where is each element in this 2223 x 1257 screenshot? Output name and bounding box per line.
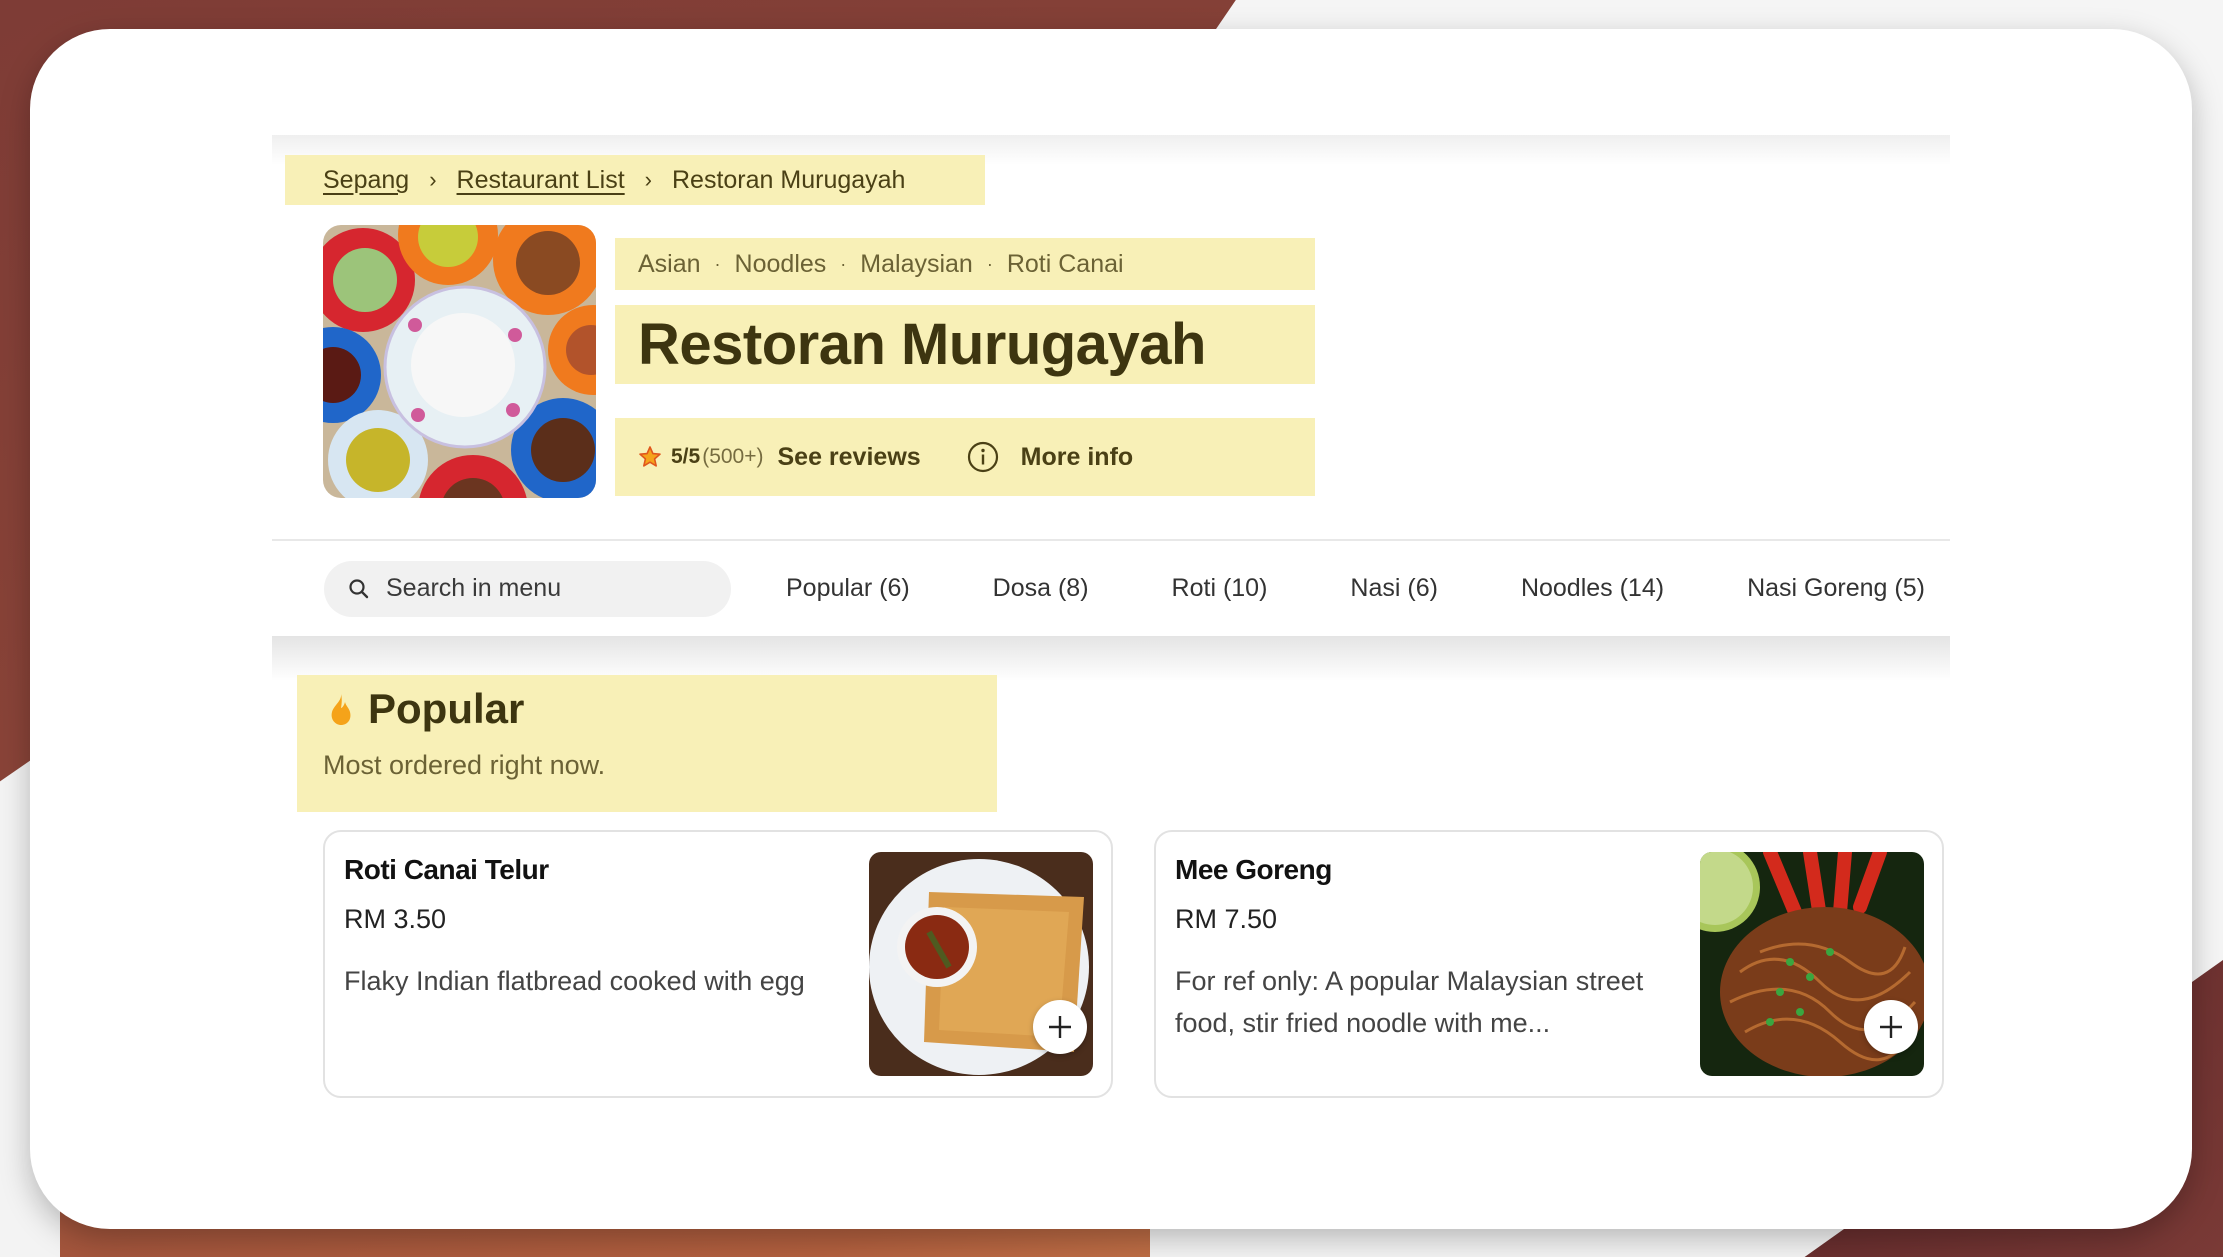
tag-separator: · (986, 253, 993, 274)
tab-dosa[interactable]: Dosa (8) (993, 574, 1089, 603)
plus-icon (1880, 1016, 1902, 1038)
cuisine-tag: Malaysian (860, 249, 973, 278)
item-price: RM 3.50 (344, 904, 447, 934)
menu-item-card[interactable]: Roti Canai Telur RM 3.50 Flaky Indian fl… (323, 830, 1113, 1098)
see-reviews-link[interactable]: See reviews (778, 443, 921, 472)
add-to-cart-button[interactable] (1033, 1000, 1087, 1054)
popular-section-header: Popular Most ordered right now. (297, 675, 997, 812)
menu-item-card[interactable]: Mee Goreng RM 7.50 For ref only: A popul… (1154, 830, 1944, 1098)
restaurant-page: Sepang › Restaurant List › Restoran Muru… (272, 135, 1950, 1135)
tab-nasi-goreng[interactable]: Nasi Goreng (5) (1747, 574, 1925, 603)
item-photo (1700, 852, 1924, 1076)
plus-icon (1049, 1016, 1071, 1038)
breadcrumb-separator: › (644, 167, 652, 192)
tab-noodles[interactable]: Noodles (14) (1521, 574, 1664, 603)
breadcrumb-sepang[interactable]: Sepang (323, 166, 409, 195)
rating-value: 5/5 (671, 445, 701, 468)
section-heading: Popular (328, 685, 524, 733)
item-photo (869, 852, 1093, 1076)
title-band: Restoran Murugayah (615, 305, 1315, 384)
item-name: Mee Goreng (1175, 854, 1332, 885)
tag-separator: · (714, 253, 721, 274)
cuisine-tags: Asian · Noodles · Malaysian · Roti Canai (615, 238, 1315, 290)
breadcrumb-separator: › (429, 167, 437, 192)
restaurant-photo-illustration (323, 225, 596, 498)
breadcrumb-current: Restoran Murugayah (672, 165, 906, 194)
item-description: For ref only: A popular Malaysian street… (1175, 966, 1644, 1038)
tab-roti[interactable]: Roti (10) (1172, 574, 1268, 603)
tag-separator: · (840, 253, 847, 274)
menu-nav: Popular (6) Dosa (8) Roti (10) Nasi (6) … (272, 541, 1950, 636)
screenshot-panel: Sepang › Restaurant List › Restoran Muru… (30, 29, 2192, 1229)
category-tabs: Popular (6) Dosa (8) Roti (10) Nasi (6) … (786, 574, 1925, 603)
search-input[interactable] (384, 573, 718, 604)
item-price: RM 7.50 (1175, 904, 1278, 934)
restaurant-name: Restoran Murugayah (638, 312, 1206, 377)
section-title: Popular (368, 685, 525, 732)
flame-icon (331, 694, 351, 725)
star-icon (639, 446, 661, 467)
item-name: Roti Canai Telur (344, 854, 549, 885)
more-info-link[interactable]: More info (1021, 443, 1134, 472)
add-to-cart-button[interactable] (1864, 1000, 1918, 1054)
item-description: Flaky Indian flatbread cooked with egg (344, 966, 805, 996)
cuisine-tag: Asian (638, 249, 701, 278)
breadcrumb-restaurant-list[interactable]: Restaurant List (457, 166, 625, 195)
cuisine-tag: Roti Canai (1006, 249, 1124, 278)
tab-popular[interactable]: Popular (6) (786, 574, 910, 603)
restaurant-photo (323, 225, 596, 498)
info-icon[interactable] (967, 441, 999, 473)
rating-count: (500+) (702, 445, 764, 468)
section-subtitle: Most ordered right now. (323, 750, 606, 780)
breadcrumb: Sepang › Restaurant List › Restoran Muru… (285, 155, 985, 205)
menu-search[interactable] (324, 560, 731, 617)
tab-nasi[interactable]: Nasi (6) (1350, 574, 1438, 603)
rating-bar: 5/5 (500+) See reviews More info (615, 418, 1315, 496)
cuisine-tag: Noodles (734, 249, 827, 278)
search-icon (349, 578, 369, 598)
